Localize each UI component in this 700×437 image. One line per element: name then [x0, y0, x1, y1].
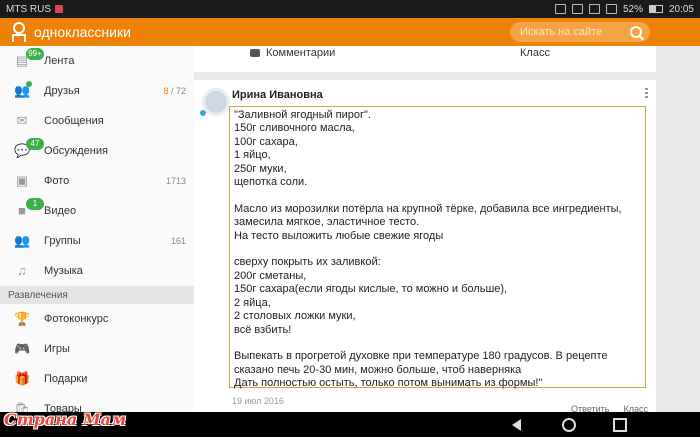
status-bar: MTS RUS 52% 20:05: [0, 0, 700, 18]
watermark-logo: Страна Мам: [4, 410, 127, 429]
wifi-icon: [588, 4, 600, 14]
sidebar-item-label: Лента: [44, 55, 75, 67]
comments-button[interactable]: Комментарии: [250, 46, 335, 60]
feed-badge: 99+: [26, 48, 44, 60]
sidebar-item-discussions[interactable]: 💬 47 Обсуждения: [0, 136, 194, 166]
friends-count: 8 / 72: [163, 86, 186, 96]
home-icon[interactable]: [562, 418, 576, 432]
music-icon: ♫: [17, 263, 27, 278]
carrier-label: MTS RUS: [6, 3, 51, 15]
like-button-prev[interactable]: Класс: [520, 46, 550, 60]
sidebar-item-label: Группы: [44, 235, 81, 247]
sidebar-item-label: Сообщения: [44, 115, 104, 127]
photo-count: 1713: [165, 176, 186, 186]
like-button[interactable]: Класс: [624, 404, 649, 412]
more-options-icon[interactable]: [645, 88, 648, 98]
photo-icon: ▣: [15, 173, 29, 188]
sidebar-item-label: Друзья: [44, 85, 80, 97]
battery-icon: [648, 5, 663, 13]
battery-label: 52%: [622, 3, 643, 15]
sidebar-item-label: Видео: [44, 205, 77, 217]
groups-count: 161: [170, 236, 186, 246]
sidebar-item-messages[interactable]: ✉ Сообщения: [0, 106, 194, 136]
alarm-icon: [571, 4, 583, 14]
discussions-badge: 47: [26, 138, 44, 150]
sidebar-item-label: Музыка: [44, 265, 83, 277]
sim-icon: [55, 5, 63, 13]
app-header: одноклассники: [0, 18, 700, 46]
mail-icon: ✉: [16, 113, 28, 128]
like-label: Класс: [520, 47, 550, 59]
ok-logo-icon[interactable]: [10, 21, 26, 43]
gift-icon: 🎁: [14, 371, 31, 386]
sidebar-item-label: Фото: [44, 175, 70, 187]
back-icon[interactable]: [512, 419, 521, 431]
sidebar-item-label: Игры: [44, 343, 70, 355]
post-actions: Ответить Класс: [571, 404, 648, 412]
post-text[interactable]: "Заливной ягодный пирог". 150г сливочног…: [229, 106, 646, 389]
groups-icon: 👥: [14, 233, 31, 248]
online-indicator: [200, 110, 206, 116]
trophy-icon: 🏆: [14, 311, 31, 326]
previous-post-footer: Комментарии Класс: [194, 46, 656, 72]
friends-dot: [26, 81, 32, 87]
feed: Комментарии Класс Ирина Ивановна "Заливн…: [194, 46, 700, 412]
comment-icon: [250, 49, 260, 57]
app-title: одноклассники: [34, 24, 131, 40]
sidebar-item-label: Фотоконкурс: [44, 313, 109, 325]
search-input[interactable]: [518, 25, 632, 39]
sidebar-item-games[interactable]: 🎮 Игры: [0, 334, 194, 364]
search-box[interactable]: [510, 22, 650, 42]
sidebar-item-friends[interactable]: 👥 Друзья 8 / 72: [0, 76, 194, 106]
sidebar: ▤ 99+ Лента 👥 Друзья 8 / 72 ✉ Сообщения …: [0, 46, 194, 412]
clock: 20:05: [668, 3, 694, 15]
games-icon: 🎮: [14, 341, 31, 356]
sidebar-item-groups[interactable]: 👥 Группы 161: [0, 226, 194, 256]
sidebar-item-feed[interactable]: ▤ 99+ Лента: [0, 46, 194, 76]
mute-icon: [554, 4, 566, 14]
sidebar-item-music[interactable]: ♫ Музыка: [0, 256, 194, 286]
sidebar-item-photo[interactable]: ▣ Фото 1713: [0, 166, 194, 196]
sidebar-item-label: Обсуждения: [44, 145, 108, 157]
sidebar-item-label: Подарки: [44, 373, 88, 385]
post-card: Ирина Ивановна "Заливной ягодный пирог".…: [194, 80, 656, 412]
video-badge: 1: [26, 198, 44, 210]
sidebar-item-photo-contest[interactable]: 🏆 Фотоконкурс: [0, 304, 194, 334]
post-date: 19 июл 2016: [232, 396, 284, 406]
section-header-entertainment: Развлечения: [0, 286, 194, 304]
recent-apps-icon[interactable]: [613, 418, 627, 432]
search-icon[interactable]: [630, 26, 642, 38]
reply-button[interactable]: Ответить: [571, 404, 609, 412]
avatar[interactable]: [202, 88, 230, 116]
sidebar-item-video[interactable]: ■ 1 Видео: [0, 196, 194, 226]
sidebar-item-gifts[interactable]: 🎁 Подарки: [0, 364, 194, 394]
signal-icon: [605, 4, 617, 14]
comments-label: Комментарии: [266, 47, 336, 59]
post-author[interactable]: Ирина Ивановна: [232, 89, 323, 101]
